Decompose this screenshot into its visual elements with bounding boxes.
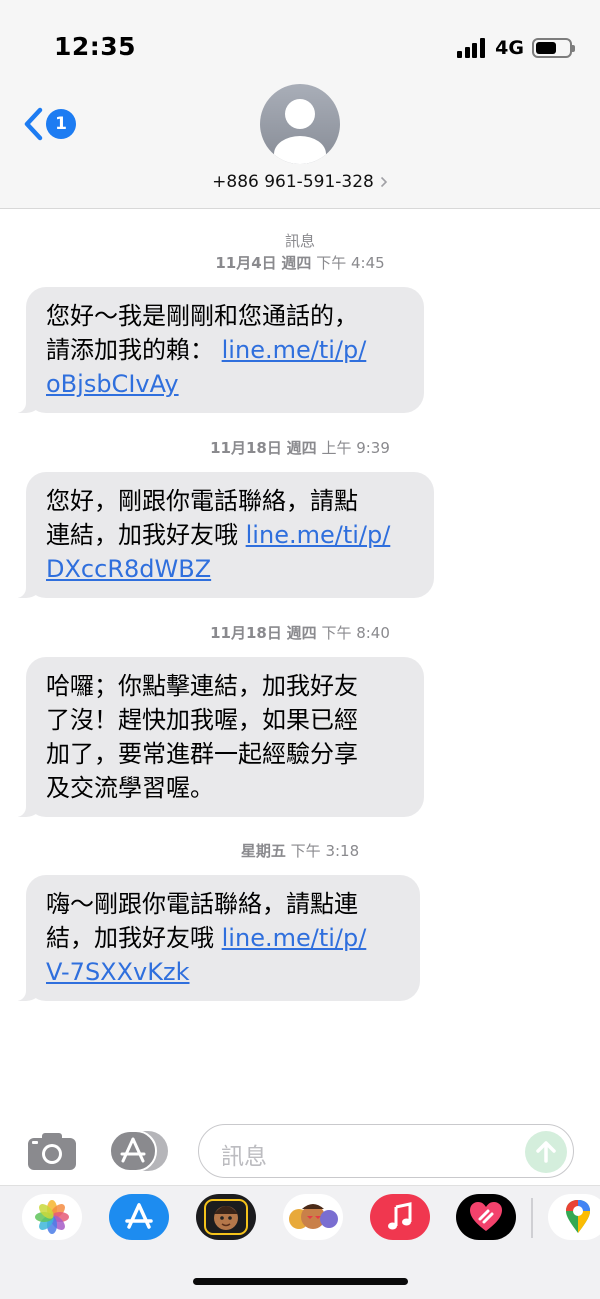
app-store-icon xyxy=(125,1203,153,1229)
message-input[interactable]: 訊息 xyxy=(198,1124,574,1178)
battery-icon xyxy=(532,38,575,58)
timestamp: 11月18日 週四 下午 8:40 xyxy=(210,624,390,642)
digital-touch-icon xyxy=(470,1202,502,1231)
message-text: 加了，要常進群一起經驗分享 xyxy=(46,740,358,768)
back-button[interactable]: 1 xyxy=(22,104,82,144)
service-label: 訊息 xyxy=(284,232,315,250)
message-input-placeholder: 訊息 xyxy=(221,1144,267,1170)
music-app-button[interactable] xyxy=(370,1194,430,1240)
message-bubble[interactable]: 您好，剛跟你電話聯絡，請點 連結，加我好友哦 line.me/ti/p/ DXc… xyxy=(12,472,434,598)
message-link[interactable]: line.me/ti/p/ xyxy=(222,336,367,364)
timestamp: 11月4日 週四 下午 4:45 xyxy=(215,254,385,272)
message-text: 您好，剛跟你電話聯絡，請點 xyxy=(46,487,358,515)
photos-icon xyxy=(35,1200,69,1234)
contact-name-button[interactable]: +886 961-591-328 xyxy=(0,172,600,192)
chevron-left-icon xyxy=(24,107,43,141)
music-icon xyxy=(388,1202,412,1230)
animoji-app-button[interactable] xyxy=(283,1194,343,1240)
status-indicators: 4G xyxy=(457,34,575,62)
dock-divider xyxy=(531,1198,533,1238)
digital-touch-app-button[interactable] xyxy=(456,1194,516,1240)
send-button[interactable] xyxy=(525,1131,567,1173)
memoji-app-button[interactable] xyxy=(196,1194,256,1240)
network-type: 4G xyxy=(495,37,524,59)
message-text: 嗨～剛跟你電話聯絡，請點連 xyxy=(46,890,358,918)
message-text-line: 結，加我好友哦 line.me/ti/p/ xyxy=(46,924,367,952)
app-store-app-button[interactable] xyxy=(109,1194,169,1240)
maps-app-button[interactable] xyxy=(548,1194,600,1240)
message-bubble[interactable]: 哈囉；你點擊連結，加我好友 了沒！趕快加我喔，如果已經 加了，要常進群一起經驗分… xyxy=(12,657,424,817)
message-link-tail[interactable]: DXccR8dWBZ xyxy=(46,555,211,583)
status-time: 12:35 xyxy=(54,32,137,61)
timestamp: 11月18日 週四 上午 9:39 xyxy=(210,439,390,457)
unread-badge: 1 xyxy=(46,109,76,139)
message-text: 及交流學習喔。 xyxy=(46,774,214,802)
message-text-line: 請添加我的賴： line.me/ti/p/ xyxy=(46,336,367,364)
message-link[interactable]: line.me/ti/p/ xyxy=(222,924,367,952)
animoji-icon xyxy=(289,1204,338,1229)
apps-button[interactable] xyxy=(108,1130,170,1172)
message-bubble[interactable]: 嗨～剛跟你電話聯絡，請點連 結，加我好友哦 line.me/ti/p/ V-7S… xyxy=(12,875,420,1001)
conversation-header: 12:35 4G 1 +886 961-591-328 xyxy=(0,0,600,209)
maps-icon xyxy=(566,1200,590,1233)
message-text: 您好～我是剛剛和您通話的， xyxy=(46,302,358,330)
memoji-icon xyxy=(204,1199,248,1235)
timestamp: 星期五 下午 3:18 xyxy=(240,842,360,860)
person-icon xyxy=(274,99,326,164)
app-store-icon xyxy=(109,1130,168,1172)
camera-button[interactable] xyxy=(26,1130,78,1172)
message-link[interactable]: line.me/ti/p/ xyxy=(246,521,391,549)
message-text: 了沒！趕快加我喔，如果已經 xyxy=(46,706,358,734)
contact-number: +886 961-591-328 xyxy=(212,172,374,192)
home-indicator xyxy=(193,1278,408,1285)
camera-icon xyxy=(28,1133,76,1170)
message-bubble[interactable]: 您好～我是剛剛和您通話的， 請添加我的賴： line.me/ti/p/ oBjs… xyxy=(12,287,424,413)
chevron-right-icon xyxy=(380,176,387,188)
signal-icon xyxy=(457,38,487,58)
arrow-up-icon xyxy=(536,1141,556,1163)
photos-app-button[interactable] xyxy=(22,1194,82,1240)
message-link-tail[interactable]: oBjsbCIvAy xyxy=(46,370,179,398)
contact-avatar[interactable] xyxy=(260,84,340,164)
message-link-tail[interactable]: V-7SXXvKzk xyxy=(46,958,190,986)
message-text-line: 連結，加我好友哦 line.me/ti/p/ xyxy=(46,521,391,549)
message-text: 哈囉；你點擊連結，加我好友 xyxy=(46,672,358,700)
